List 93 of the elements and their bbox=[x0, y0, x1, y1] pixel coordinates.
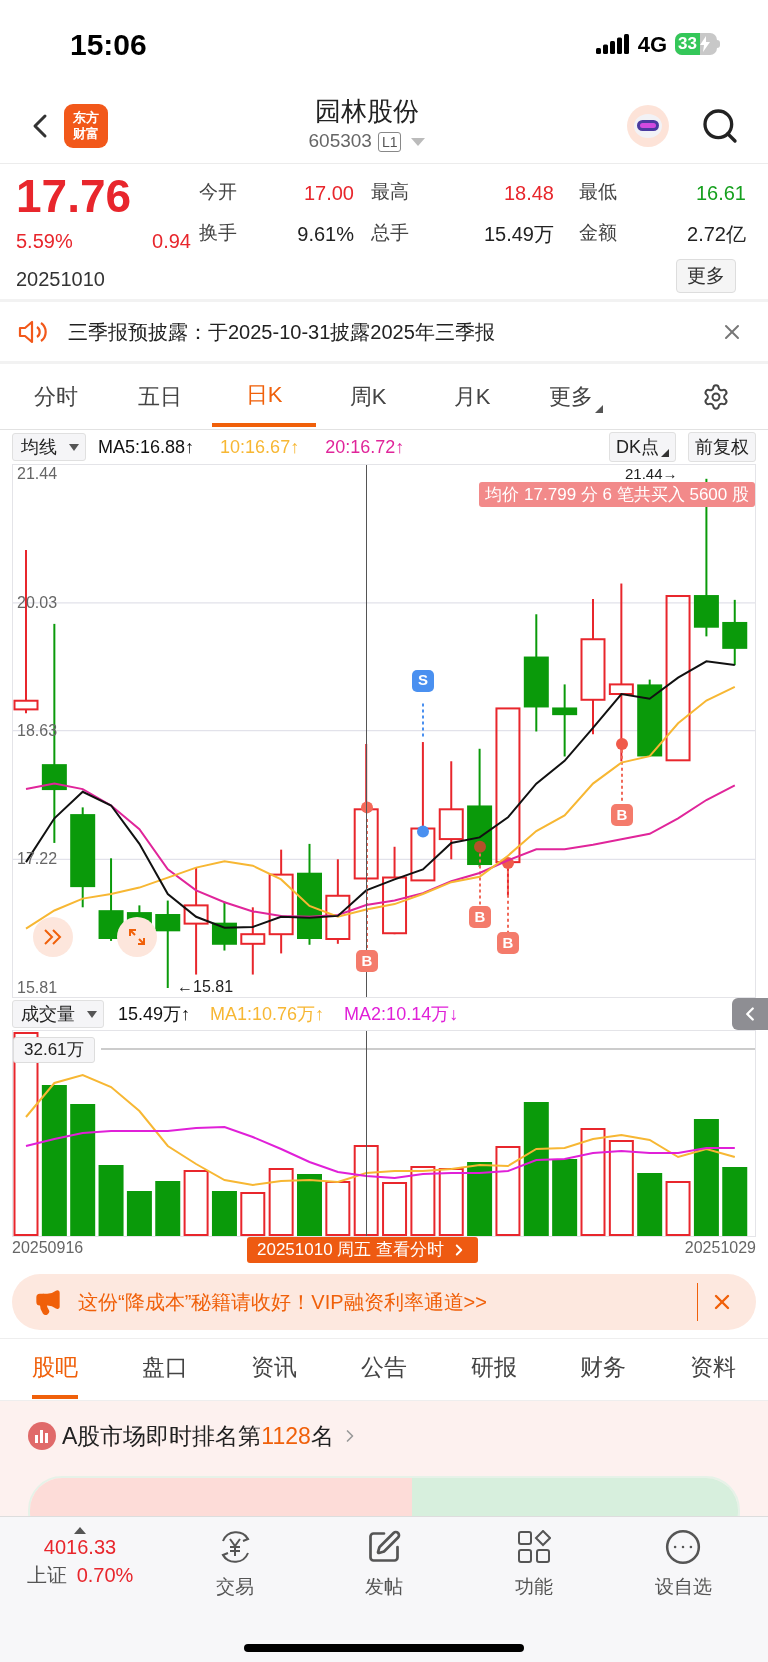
edit-icon bbox=[366, 1529, 403, 1565]
stat-value: 2.72亿 bbox=[686, 222, 746, 247]
expand-icon bbox=[127, 927, 147, 947]
index-name: 上证 bbox=[26, 1563, 67, 1588]
change-amount: 0.94 bbox=[152, 229, 191, 254]
chart-tab[interactable]: 周K bbox=[316, 366, 420, 427]
trade-summary-banner: 均价 17.799 分 6 笔共买入 5600 股 bbox=[479, 482, 755, 507]
leader-line bbox=[479, 852, 481, 907]
fast-forward-button[interactable] bbox=[33, 917, 73, 957]
index-quote[interactable]: 4016.33 上证 0.70% bbox=[0, 1527, 160, 1590]
volume-value: 15.49万↑ bbox=[118, 1002, 191, 1026]
quote-date: 20251010 bbox=[16, 267, 106, 292]
ma-value: 20:16.72↑ bbox=[325, 435, 405, 459]
bar-chart-icon bbox=[28, 1422, 56, 1451]
nav-item[interactable]: 设自选 bbox=[633, 1527, 734, 1602]
battery-icon: 33 bbox=[675, 33, 720, 55]
info-tab[interactable]: 资料 bbox=[689, 1340, 736, 1399]
ma-value: MA5:16.88↑ bbox=[98, 435, 195, 459]
double-chevron-icon bbox=[43, 928, 63, 946]
high-price-marker: 21.44→ bbox=[625, 466, 678, 482]
chart-tab[interactable]: 更多 bbox=[524, 366, 628, 427]
signal-dot bbox=[502, 857, 514, 870]
app-logo: 东方 财富 bbox=[64, 103, 108, 148]
dk-point-button[interactable]: DK点 bbox=[609, 432, 676, 462]
candlestick bbox=[211, 900, 237, 952]
volume-value: MA2:10.14万↓ bbox=[344, 1002, 459, 1026]
change-percent: 5.59% bbox=[16, 229, 73, 254]
candlestick bbox=[722, 598, 748, 667]
leader-line bbox=[422, 702, 424, 739]
current-price: 17.76 bbox=[16, 170, 133, 222]
stat-label: 金额 bbox=[579, 221, 618, 245]
stat-label: 最低 bbox=[579, 180, 618, 204]
signal-dot bbox=[616, 737, 628, 750]
network-type: 4G bbox=[637, 30, 667, 59]
market-rank-text: A股市场即时排名第1128名 bbox=[62, 1422, 334, 1451]
price-axis-label: 15.81 bbox=[16, 979, 59, 997]
index-change: 0.70% bbox=[76, 1563, 134, 1588]
corner-caret-icon bbox=[661, 449, 669, 457]
indicator-select[interactable]: 成交量 bbox=[12, 1000, 104, 1028]
info-tab[interactable]: 资讯 bbox=[251, 1340, 298, 1399]
signal-dot bbox=[474, 840, 486, 853]
apps-grid-icon bbox=[516, 1530, 551, 1564]
assistant-avatar-icon[interactable] bbox=[626, 103, 670, 148]
status-time: 15:06 bbox=[70, 26, 147, 63]
nav-item[interactable]: 功能 bbox=[483, 1527, 584, 1602]
stat-value: 17.00 bbox=[302, 181, 354, 206]
end-date: 20251029 bbox=[684, 1238, 756, 1258]
stat-value: 9.61% bbox=[296, 222, 354, 247]
stat-label: 换手 bbox=[199, 221, 238, 245]
caret-icon bbox=[87, 1010, 97, 1018]
chart-tab[interactable]: 五日 bbox=[108, 366, 212, 427]
ma-value: 10:16.67↑ bbox=[220, 435, 300, 459]
info-tab[interactable]: 盘口 bbox=[141, 1340, 188, 1399]
stat-value: 15.49万 bbox=[482, 222, 554, 247]
index-value: 4016.33 bbox=[43, 1535, 117, 1560]
speaker-icon bbox=[18, 318, 48, 345]
collapse-tab[interactable] bbox=[732, 998, 768, 1030]
volume-max-label: 32.61万 bbox=[13, 1037, 95, 1063]
price-axis-label: 21.44 bbox=[16, 465, 59, 484]
signal-dot bbox=[417, 825, 429, 838]
chart-tab[interactable]: 分时 bbox=[4, 366, 108, 427]
volume-value: MA1:10.76万↑ bbox=[210, 1002, 325, 1026]
stat-label: 今开 bbox=[199, 180, 238, 204]
up-triangle-icon bbox=[74, 1527, 86, 1534]
stat-label: 总手 bbox=[371, 221, 410, 245]
adjust-button[interactable]: 前复权 bbox=[688, 432, 756, 462]
price-axis-label: 17.22 bbox=[16, 850, 59, 869]
info-tab[interactable]: 研报 bbox=[470, 1340, 517, 1399]
info-tab[interactable]: 财务 bbox=[580, 1340, 627, 1399]
nav-item[interactable]: 发帖 bbox=[334, 1527, 435, 1602]
signal-icon bbox=[595, 34, 630, 54]
stat-value: 16.61 bbox=[694, 181, 746, 206]
chart-tab[interactable]: 月K bbox=[420, 366, 524, 427]
expand-button[interactable] bbox=[117, 917, 157, 957]
stock-name: 园林股份 bbox=[315, 95, 419, 128]
indicator-select[interactable]: 均线 bbox=[12, 433, 86, 461]
settings-icon[interactable] bbox=[702, 382, 730, 411]
stat-value: 18.48 bbox=[502, 181, 554, 206]
low-price-marker: ←15.81 bbox=[177, 977, 234, 997]
stock-code: 605303 bbox=[308, 129, 372, 154]
start-date: 20250916 bbox=[12, 1238, 84, 1258]
info-tab[interactable]: 公告 bbox=[360, 1340, 407, 1399]
notice-text[interactable]: 三季报预披露：于2025-10-31披露2025年三季报 bbox=[68, 316, 495, 347]
leader-line bbox=[507, 869, 509, 934]
level-badge: L1 bbox=[377, 131, 402, 152]
megaphone-icon bbox=[34, 1288, 62, 1316]
candlestick bbox=[240, 906, 266, 976]
corner-caret-icon bbox=[595, 404, 603, 413]
more-button[interactable]: 更多 bbox=[676, 259, 736, 293]
more-icon bbox=[664, 1528, 703, 1566]
stat-label: 最高 bbox=[371, 180, 410, 204]
nav-item[interactable]: 交易 bbox=[184, 1527, 285, 1602]
caret-icon bbox=[69, 443, 79, 451]
